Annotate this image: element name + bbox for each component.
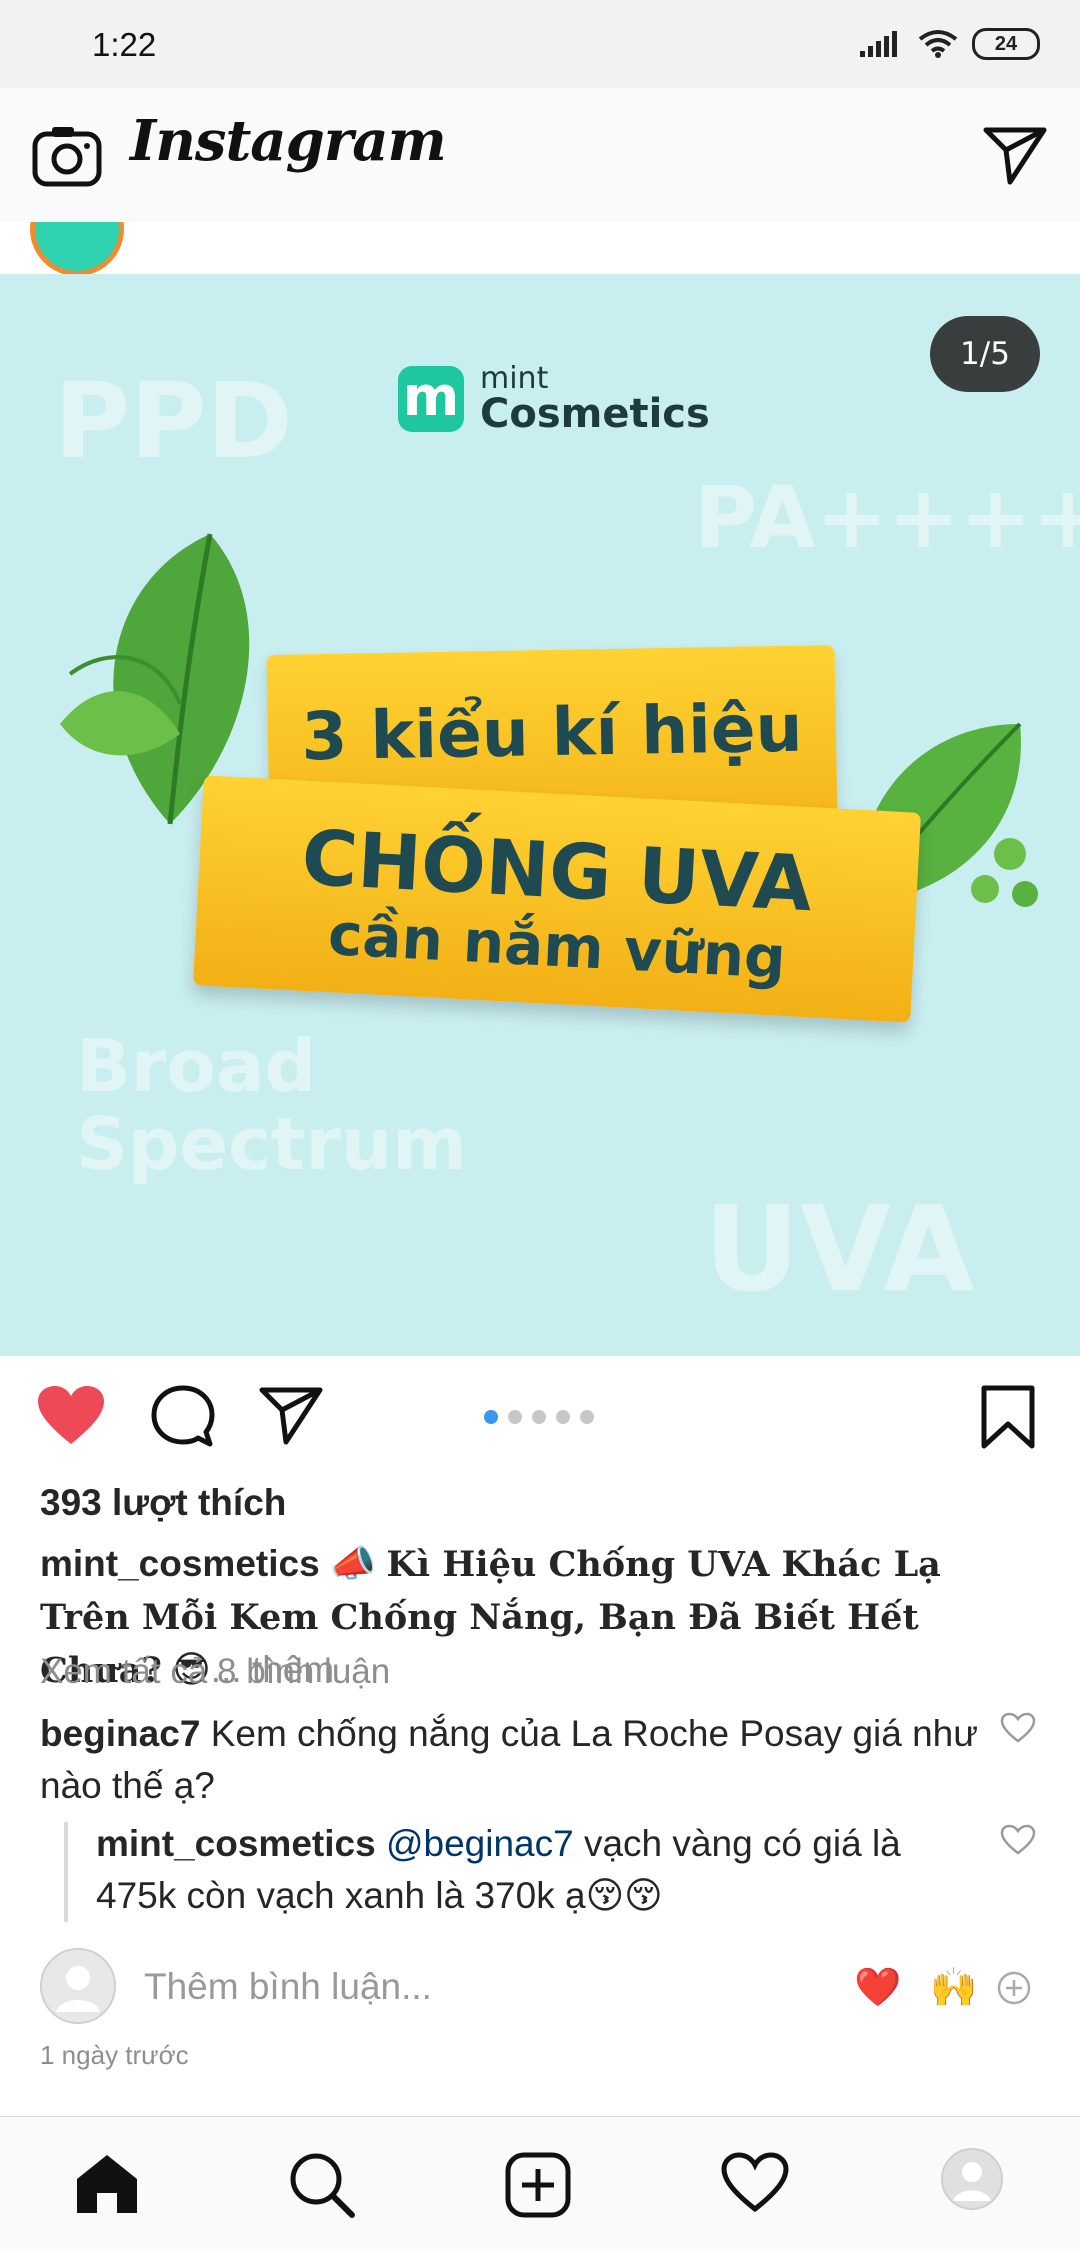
brand-small-text: mint bbox=[480, 361, 549, 396]
activity-heart-icon[interactable] bbox=[720, 2151, 790, 2215]
status-time: 1:22 bbox=[92, 26, 157, 63]
bg-word-broad: Broad bbox=[76, 1024, 316, 1108]
brand-logo: m mint Cosmetics bbox=[398, 364, 710, 434]
bg-word-ppd: PPD bbox=[54, 360, 293, 482]
megaphone-emoji: 📣 bbox=[329, 1543, 377, 1584]
post-actions bbox=[0, 1356, 1080, 1476]
add-comment-input[interactable]: Thêm bình luận... bbox=[144, 1966, 432, 2008]
comment-icon[interactable] bbox=[150, 1384, 216, 1450]
reply-username[interactable]: mint_cosmetics bbox=[96, 1823, 376, 1864]
quick-heart-emoji[interactable]: ❤️ bbox=[854, 1966, 901, 2010]
caption-username[interactable]: mint_cosmetics bbox=[40, 1543, 320, 1584]
carousel-dot bbox=[580, 1410, 594, 1424]
brand-big-text: Cosmetics bbox=[480, 391, 710, 437]
status-icons: 24 bbox=[860, 28, 1040, 60]
default-avatar-icon bbox=[56, 1966, 100, 2012]
camera-icon[interactable] bbox=[32, 124, 102, 188]
brand-mark-icon: m bbox=[398, 366, 464, 432]
author-avatar[interactable] bbox=[30, 222, 124, 274]
post-author-row[interactable] bbox=[0, 222, 1080, 275]
current-user-avatar bbox=[40, 1948, 116, 2024]
status-bar: 1:22 24 bbox=[0, 0, 1080, 88]
reply-mention[interactable]: @beginac7 bbox=[386, 1823, 574, 1864]
search-icon[interactable] bbox=[288, 2151, 356, 2219]
add-post-icon[interactable] bbox=[504, 2151, 572, 2219]
heart-icon[interactable] bbox=[36, 1384, 106, 1448]
headline-line-1: 3 kiểu kí hiệu bbox=[300, 689, 804, 776]
carousel-dot bbox=[484, 1410, 498, 1424]
share-icon[interactable] bbox=[258, 1384, 324, 1446]
profile-icon[interactable] bbox=[940, 2147, 1004, 2211]
wifi-icon bbox=[918, 30, 958, 58]
carousel-dot bbox=[508, 1410, 522, 1424]
bg-word-spectrum: Spectrum bbox=[76, 1102, 468, 1186]
battery-indicator: 24 bbox=[972, 28, 1040, 60]
quick-raised-hands-emoji[interactable]: 🙌 bbox=[930, 1966, 977, 2010]
direct-message-icon[interactable] bbox=[982, 124, 1048, 186]
app-header: Instagram bbox=[0, 88, 1080, 223]
add-comment-row: Thêm bình luận... ❤️ 🙌 bbox=[40, 1948, 1040, 2028]
carousel-dots bbox=[484, 1410, 594, 1424]
home-icon[interactable] bbox=[72, 2151, 142, 2215]
comment-username[interactable]: beginac7 bbox=[40, 1713, 200, 1754]
carousel-dot bbox=[532, 1410, 546, 1424]
view-all-comments-link[interactable]: Xem tất cả 8 bình luận bbox=[40, 1652, 390, 1692]
like-count[interactable]: 393 lượt thích bbox=[40, 1482, 286, 1524]
signal-icon bbox=[860, 31, 897, 57]
bg-word-pa: PA++++ bbox=[694, 468, 1080, 568]
post-timestamp: 1 ngày trước bbox=[40, 2040, 189, 2070]
add-emoji-icon[interactable] bbox=[996, 1970, 1032, 2006]
reply-item: mint_cosmetics @beginac7 vạch vàng có gi… bbox=[96, 1818, 976, 1922]
comment-like-heart-icon[interactable] bbox=[1000, 1712, 1036, 1744]
reply-like-heart-icon[interactable] bbox=[1000, 1824, 1036, 1856]
bg-word-uva: UVA bbox=[704, 1180, 975, 1318]
bottom-navigation bbox=[0, 2116, 1080, 2249]
instagram-logo: Instagram bbox=[130, 108, 447, 174]
bookmark-icon[interactable] bbox=[980, 1384, 1036, 1450]
carousel-dot bbox=[556, 1410, 570, 1424]
comment-item: beginac7 Kem chống nắng của La Roche Pos… bbox=[40, 1708, 980, 1812]
post-image[interactable]: PPD PA++++ Broad Spectrum UVA 1/5 m mint… bbox=[0, 274, 1080, 1356]
reply-thread-line bbox=[64, 1822, 68, 1922]
carousel-page-indicator: 1/5 bbox=[930, 316, 1040, 392]
